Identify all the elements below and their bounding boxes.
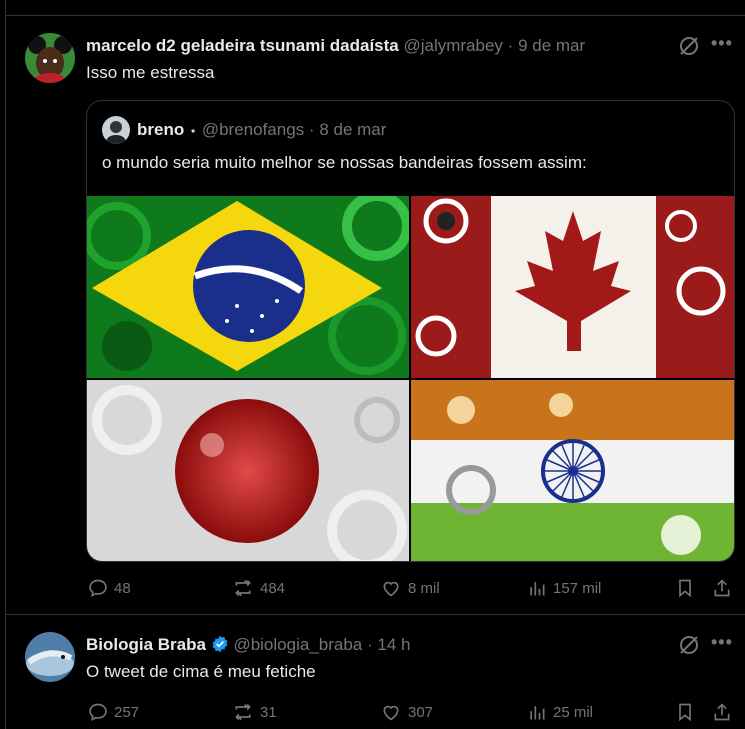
reply-icon xyxy=(89,703,107,721)
share-button[interactable] xyxy=(712,702,738,722)
dot-separator: · xyxy=(308,120,315,139)
author-name[interactable]: marcelo d2 geladeira tsunami dadaísta xyxy=(86,36,399,55)
grok-icon[interactable] xyxy=(678,634,700,661)
tweet-text: O tweet de cima é meu fetiche xyxy=(86,662,316,681)
tweet-header: Biologia Braba @biologia_braba · 14 h xyxy=(86,634,410,659)
reply-button[interactable]: 257 xyxy=(88,702,139,722)
tweet-text: Isso me estressa xyxy=(86,63,215,82)
tweet-header: marcelo d2 geladeira tsunami dadaísta @j… xyxy=(86,35,585,57)
author-handle[interactable]: @jalymrabey xyxy=(403,36,502,55)
like-button[interactable]: 8 mil xyxy=(380,578,440,598)
divider xyxy=(5,15,745,16)
quoted-tweet[interactable]: breno ⋆ @brenofangs · 8 de mar o mundo s… xyxy=(86,100,735,562)
views-button[interactable]: 25 mil xyxy=(527,702,593,722)
avatar[interactable] xyxy=(25,632,75,682)
author-name[interactable]: breno xyxy=(137,120,184,139)
star-badge-icon: ⋆ xyxy=(188,123,198,138)
japan-flag-image[interactable] xyxy=(87,380,409,561)
views-icon xyxy=(530,582,545,596)
avatar[interactable] xyxy=(102,116,130,144)
views-button[interactable]: 157 mil xyxy=(527,578,601,598)
grok-icon[interactable] xyxy=(678,35,700,62)
brazil-flag-image[interactable] xyxy=(87,196,409,378)
like-count: 307 xyxy=(408,703,434,721)
divider xyxy=(5,614,745,615)
author-handle[interactable]: @biologia_braba xyxy=(233,635,362,654)
dot-separator: · xyxy=(507,36,514,55)
like-button[interactable]: 307 xyxy=(380,702,433,722)
column-border xyxy=(5,0,6,729)
avatar[interactable] xyxy=(25,33,75,83)
bookmark-icon xyxy=(679,703,691,722)
repost-count: 484 xyxy=(260,579,286,597)
share-button[interactable] xyxy=(712,578,738,598)
views-count: 25 mil xyxy=(553,703,594,721)
repost-count: 31 xyxy=(260,703,277,721)
heart-icon xyxy=(383,581,399,597)
repost-button[interactable]: 484 xyxy=(232,578,285,598)
india-flag-image[interactable] xyxy=(411,380,734,561)
repost-icon xyxy=(235,703,251,721)
repost-button[interactable]: 31 xyxy=(232,702,277,722)
timestamp[interactable]: 8 de mar xyxy=(319,120,386,139)
more-options-icon[interactable]: ••• xyxy=(711,632,733,653)
like-count: 8 mil xyxy=(408,579,440,597)
heart-icon xyxy=(383,705,399,721)
share-icon xyxy=(714,579,730,597)
reply-button[interactable]: 48 xyxy=(88,578,131,598)
repost-icon xyxy=(235,579,251,597)
views-icon xyxy=(530,706,545,720)
timestamp[interactable]: 9 de mar xyxy=(518,36,585,55)
reply-count: 48 xyxy=(114,579,131,597)
canada-flag-image[interactable] xyxy=(411,196,734,378)
bookmark-icon xyxy=(679,579,691,598)
views-count: 157 mil xyxy=(553,579,602,597)
media-grid[interactable] xyxy=(87,196,734,561)
verified-badge-icon xyxy=(211,635,229,659)
author-name[interactable]: Biologia Braba xyxy=(86,635,206,654)
quote-text: o mundo seria muito melhor se nossas ban… xyxy=(102,153,587,172)
more-options-icon[interactable]: ••• xyxy=(711,33,733,54)
dot-separator: · xyxy=(366,635,373,654)
share-icon xyxy=(714,703,730,721)
bookmark-button[interactable] xyxy=(675,702,701,722)
timestamp[interactable]: 14 h xyxy=(377,635,410,654)
reply-icon xyxy=(89,579,107,597)
reply-count: 257 xyxy=(114,703,140,721)
author-handle[interactable]: @brenofangs xyxy=(202,120,304,139)
bookmark-button[interactable] xyxy=(675,578,701,598)
quote-header: breno ⋆ @brenofangs · 8 de mar xyxy=(137,120,386,140)
